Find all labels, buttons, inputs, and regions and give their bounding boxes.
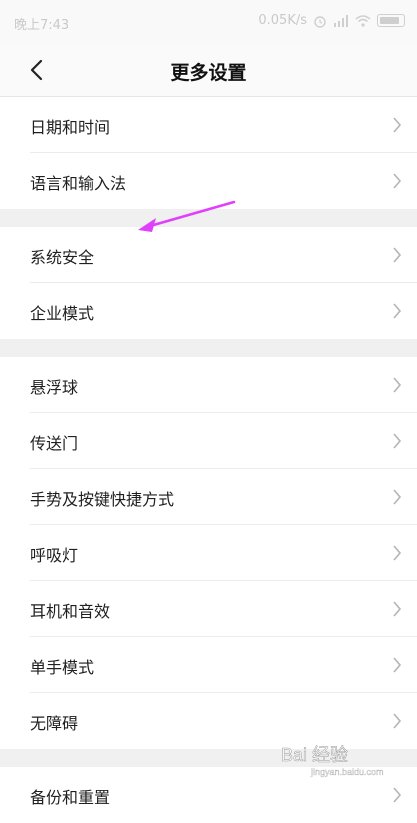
- chevron-right-icon: [393, 545, 402, 561]
- battery-icon: [377, 14, 405, 27]
- wifi-icon: [355, 14, 371, 27]
- settings-item-label: 耳机和音效: [30, 602, 111, 621]
- settings-group: 日期和时间 语言和输入法: [0, 97, 417, 209]
- chevron-right-icon: [393, 303, 402, 319]
- settings-item-label: 传送门: [30, 434, 79, 453]
- chevron-right-icon: [393, 117, 402, 133]
- settings-item-label: 备份和重置: [30, 788, 111, 807]
- chevron-right-icon: [393, 247, 402, 263]
- settings-item-label: 呼吸灯: [30, 546, 79, 565]
- section-divider: [0, 339, 417, 357]
- network-speed: 0.05K/s: [258, 13, 307, 28]
- watermark-subtext: jingyan.baidu.com: [310, 767, 384, 777]
- settings-item-label: 日期和时间: [30, 118, 111, 137]
- settings-item-label: 系统安全: [30, 248, 95, 267]
- title-bar: 更多设置: [0, 44, 417, 97]
- settings-item-date-time[interactable]: 日期和时间: [0, 97, 417, 153]
- settings-item-label: 悬浮球: [30, 378, 79, 397]
- settings-item-enterprise-mode[interactable]: 企业模式: [0, 283, 417, 339]
- status-time: 晚上7:43: [14, 18, 70, 33]
- alarm-icon: [314, 15, 326, 28]
- chevron-right-icon: [393, 787, 402, 803]
- chevron-right-icon: [393, 489, 402, 505]
- settings-item-headphones-audio[interactable]: 耳机和音效: [0, 581, 417, 637]
- signal-icon: [334, 14, 348, 27]
- settings-item-label: 语言和输入法: [30, 174, 127, 193]
- settings-item-label: 无障碍: [30, 714, 79, 733]
- chevron-right-icon: [393, 173, 402, 189]
- status-right: 0.05K/s: [258, 13, 405, 28]
- settings-item-gestures-shortcuts[interactable]: 手势及按键快捷方式: [0, 469, 417, 525]
- status-bar: 晚上7:43 0.05K/s: [0, 0, 417, 44]
- settings-group: 系统安全 企业模式: [0, 227, 417, 339]
- chevron-right-icon: [393, 713, 402, 729]
- chevron-right-icon: [393, 377, 402, 393]
- watermark-logo: Bai 经验 jingyan.baidu.com: [281, 745, 384, 777]
- chevron-right-icon: [393, 433, 402, 449]
- settings-item-portal[interactable]: 传送门: [0, 413, 417, 469]
- chevron-right-icon: [393, 601, 402, 617]
- settings-group: 悬浮球 传送门 手势及按键快捷方式 呼吸灯 耳机和音效 单手模式 无障碍: [0, 357, 417, 749]
- settings-item-breathing-light[interactable]: 呼吸灯: [0, 525, 417, 581]
- annotation-arrow: [138, 200, 236, 232]
- settings-item-label: 手势及按键快捷方式: [30, 490, 175, 509]
- page-title: 更多设置: [170, 62, 247, 84]
- settings-item-label: 企业模式: [30, 304, 95, 323]
- settings-item-floating-ball[interactable]: 悬浮球: [0, 357, 417, 413]
- settings-item-one-hand-mode[interactable]: 单手模式: [0, 637, 417, 693]
- chevron-right-icon: [393, 657, 402, 673]
- settings-item-label: 单手模式: [30, 658, 95, 677]
- watermark-text: Bai 经验: [281, 745, 348, 765]
